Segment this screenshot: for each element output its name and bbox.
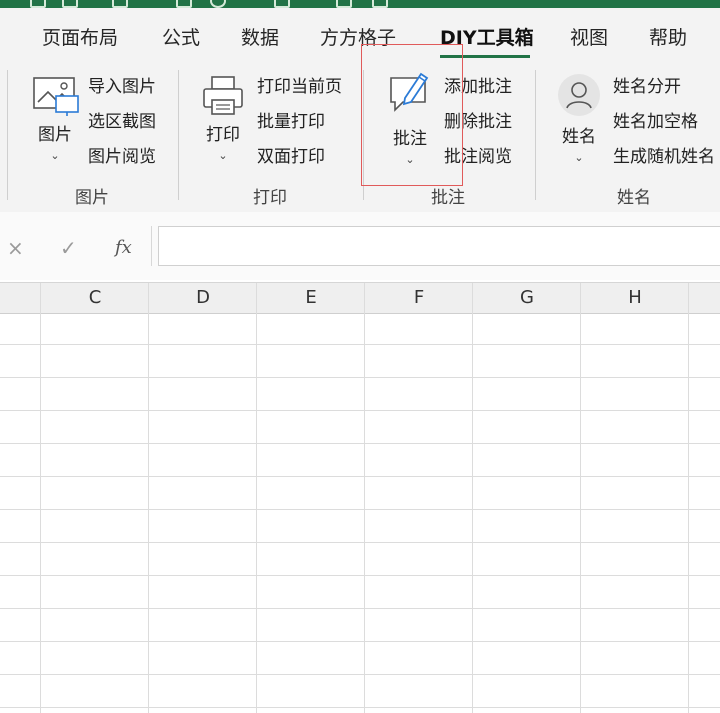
person-icon (558, 74, 600, 116)
save-icon[interactable] (30, 0, 46, 8)
name-add-space-button[interactable]: 姓名加空格 (613, 107, 698, 132)
grid-row-line (0, 476, 720, 477)
ribbon-tab-bar: - 页面布局 公式 数据 方方格子 DIY工具箱 视图 帮助 (0, 8, 720, 64)
formula-input[interactable] (158, 226, 720, 266)
tab-formulas[interactable]: 公式 (162, 23, 200, 50)
grid-row-line (0, 377, 720, 378)
chevron-down-icon: ⌄ (50, 149, 60, 162)
quick-access-icon[interactable] (210, 0, 226, 8)
cancel-icon[interactable]: × (7, 236, 24, 260)
grid-row-line (0, 707, 720, 708)
random-name-button[interactable]: 生成随机姓名 (613, 142, 715, 167)
formula-bar: × ✓ fx (0, 212, 720, 280)
column-divider (688, 283, 689, 313)
grid-column-line (256, 313, 257, 713)
quick-access-icon[interactable] (274, 0, 290, 8)
active-tab-indicator (440, 55, 530, 58)
quick-access-icon[interactable] (112, 0, 128, 8)
comment-preview-button[interactable]: 批注阅览 (444, 142, 512, 167)
grid-column-line (40, 313, 41, 713)
picture-preview-button[interactable]: 图片阅览 (88, 142, 156, 167)
group-separator (363, 70, 364, 200)
grid-column-line (472, 313, 473, 713)
quick-access-icon[interactable] (62, 0, 78, 8)
batch-print-button[interactable]: 批量打印 (257, 107, 325, 132)
duplex-print-button[interactable]: 双面打印 (257, 142, 325, 167)
tab-data[interactable]: 数据 (241, 23, 279, 50)
picture-button[interactable]: 图片 ⌄ (26, 74, 84, 162)
grid-column-line (580, 313, 581, 713)
grid-row-line (0, 641, 720, 642)
picture-button-label: 图片 (38, 125, 72, 145)
group-label-print: 打印 (253, 188, 287, 208)
column-header-g[interactable]: G (473, 287, 581, 308)
tab-page-layout[interactable]: 页面布局 (42, 23, 118, 50)
grid-column-line (688, 313, 689, 713)
tab-fangfang-gezi[interactable]: 方方格子 (320, 23, 396, 50)
cell-grid[interactable] (0, 313, 720, 713)
quick-access-icon[interactable] (372, 0, 388, 8)
quick-access-icon[interactable] (336, 0, 352, 8)
quick-access-icon[interactable] (176, 0, 192, 8)
delete-comment-button[interactable]: 删除批注 (444, 107, 512, 132)
name-button-label: 姓名 (562, 127, 596, 147)
chevron-down-icon: ⌄ (405, 153, 415, 166)
confirm-icon[interactable]: ✓ (60, 236, 77, 260)
group-label-comment: 批注 (431, 188, 465, 208)
grid-row-line (0, 575, 720, 576)
grid-row-line (0, 344, 720, 345)
comment-pen-icon (390, 72, 429, 112)
title-bar (0, 0, 720, 8)
tab-previous-partial[interactable]: - (0, 23, 1, 45)
column-header-d[interactable]: D (149, 287, 257, 308)
print-button[interactable]: 打印 ⌄ (197, 74, 249, 162)
group-label-picture: 图片 (75, 188, 109, 208)
group-separator (7, 70, 8, 200)
insert-function-icon[interactable]: fx (115, 237, 132, 258)
print-current-page-button[interactable]: 打印当前页 (257, 72, 342, 97)
grid-row-line (0, 443, 720, 444)
column-header-f[interactable]: F (365, 287, 473, 308)
add-comment-button[interactable]: 添加批注 (444, 72, 512, 97)
tab-diy-toolbox[interactable]: DIY工具箱 (440, 23, 534, 50)
column-headers: C D E F G H (0, 282, 720, 314)
grid-row-line (0, 410, 720, 411)
name-button[interactable]: 姓名 ⌄ (552, 72, 606, 164)
tab-help[interactable]: 帮助 (649, 23, 687, 50)
tab-view[interactable]: 视图 (570, 23, 608, 50)
comment-button-label: 批注 (393, 129, 427, 149)
chevron-down-icon: ⌄ (218, 149, 228, 162)
printer-icon (203, 76, 243, 115)
region-screenshot-button[interactable]: 选区截图 (88, 107, 156, 132)
column-header-e[interactable]: E (257, 287, 365, 308)
grid-column-line (364, 313, 365, 713)
column-header-c[interactable]: C (41, 287, 149, 308)
column-header-h[interactable]: H (581, 287, 689, 308)
split-name-button[interactable]: 姓名分开 (613, 72, 681, 97)
grid-row-line (0, 608, 720, 609)
grid-row-line (0, 542, 720, 543)
formula-bar-divider (151, 226, 152, 266)
print-button-label: 打印 (206, 125, 240, 145)
grid-row-line (0, 674, 720, 675)
group-label-name: 姓名 (617, 188, 651, 208)
comment-button[interactable]: 批注 ⌄ (382, 68, 438, 166)
picture-icon (33, 77, 79, 116)
group-separator (178, 70, 179, 200)
grid-row-line (0, 509, 720, 510)
ribbon-panel: 图片 ⌄ 导入图片 选区截图 图片阅览 图片 打印 ⌄ 打印当前页 批量打印 双… (0, 64, 720, 213)
chevron-down-icon: ⌄ (574, 151, 584, 164)
group-separator (535, 70, 536, 200)
import-picture-button[interactable]: 导入图片 (88, 72, 156, 97)
grid-column-line (148, 313, 149, 713)
